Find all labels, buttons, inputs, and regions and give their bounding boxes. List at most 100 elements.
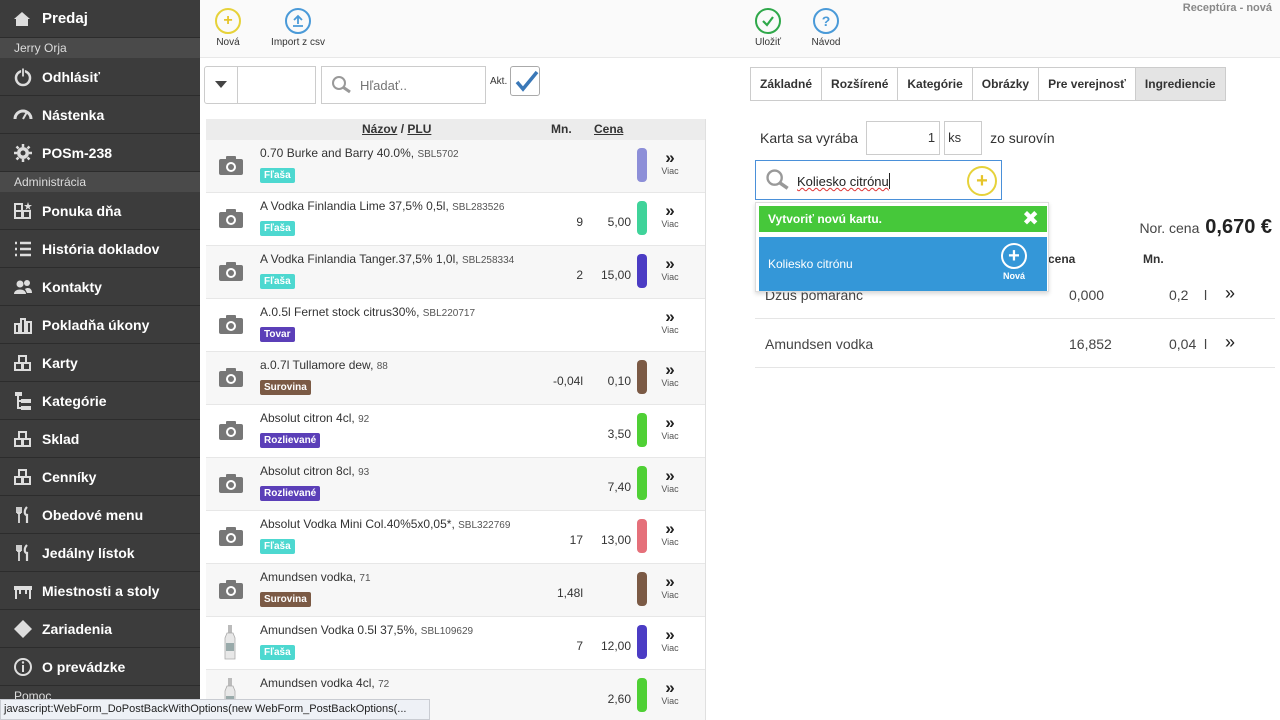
item-price: 5,00	[607, 215, 631, 229]
double-chevron-right-icon[interactable]: »	[1225, 283, 1235, 304]
item-title: 0.70 Burke and Barry 40.0%,	[260, 146, 415, 160]
sidebar-item-posm-238[interactable]: POSm-238	[0, 134, 200, 172]
search-box[interactable]	[321, 66, 486, 104]
more-button[interactable]: » Viac	[658, 573, 682, 600]
item-type-badge: Fľaša	[260, 645, 295, 660]
table-icon	[12, 580, 34, 602]
more-button[interactable]: » Viac	[658, 361, 682, 388]
item-title: A Vodka Finlandia Lime 37,5% 0,5l,	[260, 199, 449, 213]
sidebar-item-logout[interactable]: Odhlásiť	[0, 58, 200, 96]
produce-unit-input[interactable]: ks	[944, 121, 983, 155]
more-button[interactable]: » Viac	[658, 520, 682, 547]
list-item[interactable]: 0.70 Burke and Barry 40.0%, SBL5702 Fľaš…	[206, 140, 705, 193]
list-item[interactable]: Absolut citron 4cl, 92 Rozlievané 3,50 »…	[206, 405, 705, 458]
question-icon: ?	[813, 8, 839, 34]
more-button[interactable]: » Viac	[658, 679, 682, 706]
sidebar-item-jedalny-listok[interactable]: Jedálny lístok	[0, 534, 200, 572]
more-button[interactable]: » Viac	[658, 255, 682, 282]
item-name: Absolut citron 8cl, 93	[260, 464, 369, 478]
list-item[interactable]: A Vodka Finlandia Lime 37,5% 0,5l, SBL28…	[206, 193, 705, 246]
list-item[interactable]: Amundsen vodka, 71 Surovina 1,48l » Viac	[206, 564, 705, 617]
filter-row: Akt.	[204, 66, 744, 104]
sidebar-item-predaj[interactable]: Predaj	[0, 0, 200, 38]
sidebar-item-miestnosti-a-stoly[interactable]: Miestnosti a stoly	[0, 572, 200, 610]
suggestion-item[interactable]: Koliesko citrónu + Nová	[759, 237, 1047, 291]
sidebar-item-label: Miestnosti a stoly	[42, 582, 160, 599]
close-icon[interactable]: ✖	[1022, 206, 1039, 232]
more-button[interactable]: » Viac	[658, 148, 682, 176]
more-label: Viac	[661, 431, 679, 441]
plu-header[interactable]: PLU	[407, 122, 431, 136]
produce-label: Karta sa vyrába	[760, 130, 859, 146]
tab-zakladne[interactable]: Základné	[750, 67, 823, 101]
sidebar-item-historia-dokladov[interactable]: História dokladov	[0, 230, 200, 268]
add-ingredient-button[interactable]: +	[967, 166, 997, 196]
more-button[interactable]: » Viac	[658, 467, 682, 494]
item-price: 15,00	[600, 268, 631, 282]
sidebar-item-ponuka-dna[interactable]: Ponuka dňa	[0, 192, 200, 230]
sidebar-item-kontakty[interactable]: Kontakty	[0, 268, 200, 306]
search-input[interactable]	[360, 77, 470, 93]
help-button[interactable]: ? Návod	[791, 8, 861, 48]
sidebar-item-obedove-menu[interactable]: Obedové menu	[0, 496, 200, 534]
check-icon	[515, 70, 539, 92]
sidebar-item-kategorie[interactable]: Kategórie	[0, 382, 200, 420]
item-title: Amundsen Vodka 0.5l 37,5%,	[260, 623, 418, 637]
filter-dropdown-toggle[interactable]	[204, 66, 238, 104]
tab-ingrediencie[interactable]: Ingrediencie	[1134, 67, 1226, 101]
item-type-badge: Fľaša	[260, 539, 295, 554]
plus-circle-icon: +	[1001, 243, 1027, 269]
double-chevron-right-icon: »	[665, 148, 675, 167]
item-qty: 7	[576, 639, 583, 653]
filter-dropdown-field[interactable]	[238, 66, 316, 104]
more-button[interactable]: » Viac	[658, 414, 682, 441]
tab-rozsirene[interactable]: Rozšírené	[821, 67, 899, 101]
ingredient-search-input[interactable]: Koliesko citrónu +	[755, 160, 1002, 200]
ingredient-qty: 0,04	[1169, 336, 1197, 352]
more-button[interactable]: » Viac	[658, 626, 682, 653]
color-marker	[637, 360, 647, 394]
cutlery-icon	[12, 542, 34, 564]
sidebar-item-zariadenia[interactable]: Zariadenia	[0, 610, 200, 648]
name-header[interactable]: Názov	[362, 122, 397, 136]
import-csv-button[interactable]: Import z csv	[263, 8, 333, 48]
sidebar-item-pokladna-ukony[interactable]: Pokladňa úkony	[0, 306, 200, 344]
list-item[interactable]: A.0.5l Fernet stock citrus30%, SBL220717…	[206, 299, 705, 352]
list-item[interactable]: Amundsen Vodka 0.5l 37,5%, SBL109629 Fľa…	[206, 617, 705, 670]
suggestion-new-button[interactable]: + Nová	[999, 243, 1029, 281]
more-button[interactable]: » Viac	[658, 202, 682, 229]
active-checkbox[interactable]	[510, 66, 540, 96]
tab-pre-verejnost[interactable]: Pre verejnosť	[1038, 67, 1136, 101]
tab-kategorie[interactable]: Kategórie	[897, 67, 973, 101]
window-title: Receptúra - nová	[1182, 2, 1272, 14]
ingredient-unit: l	[1204, 336, 1208, 352]
double-chevron-right-icon[interactable]: »	[1225, 332, 1235, 353]
color-marker	[637, 466, 647, 500]
list-item[interactable]: A Vodka Finlandia Tanger.37,5% 1,0l, SBL…	[206, 246, 705, 299]
create-card-option[interactable]: Vytvoriť novú kartu. ✖	[759, 206, 1047, 232]
camera-icon	[219, 527, 243, 546]
sidebar-item-sklad[interactable]: Sklad	[0, 420, 200, 458]
new-button[interactable]: + Nová	[193, 8, 263, 48]
list-item[interactable]: Absolut citron 8cl, 93 Rozlievané 7,40 »…	[206, 458, 705, 511]
item-title: Amundsen vodka 4cl,	[260, 676, 375, 690]
sidebar-item-o-prevadzke[interactable]: O prevádzke	[0, 648, 200, 686]
price-header[interactable]: Cena	[594, 122, 623, 136]
produce-row: Karta sa vyrába 1 ks zo surovín	[760, 121, 1055, 155]
list-item[interactable]: a.0.7l Tullamore dew, 88 Surovina -0,04l…	[206, 352, 705, 405]
tab-obrazky[interactable]: Obrázky	[971, 67, 1040, 101]
home-icon	[12, 9, 34, 29]
sidebar-item-nastenka[interactable]: Nástenka	[0, 96, 200, 134]
sidebar-item-label: Odhlásiť	[42, 68, 101, 85]
ingredient-row[interactable]: Amundsen vodka 16,852 0,04 l »	[755, 320, 1275, 368]
list-item[interactable]: Absolut Vodka Mini Col.40%5x0,05*, SBL32…	[206, 511, 705, 564]
more-button[interactable]: » Viac	[658, 308, 682, 335]
sort-by-name-link[interactable]: Názov / PLU	[362, 122, 431, 136]
sidebar-item-cenniky[interactable]: Cenníky	[0, 458, 200, 496]
produce-qty-input[interactable]: 1	[866, 121, 941, 155]
import-icon	[285, 8, 311, 34]
item-price: 13,00	[600, 533, 631, 547]
sidebar-item-karty[interactable]: Karty	[0, 344, 200, 382]
more-label: Viac	[661, 643, 679, 653]
color-marker	[637, 148, 647, 182]
